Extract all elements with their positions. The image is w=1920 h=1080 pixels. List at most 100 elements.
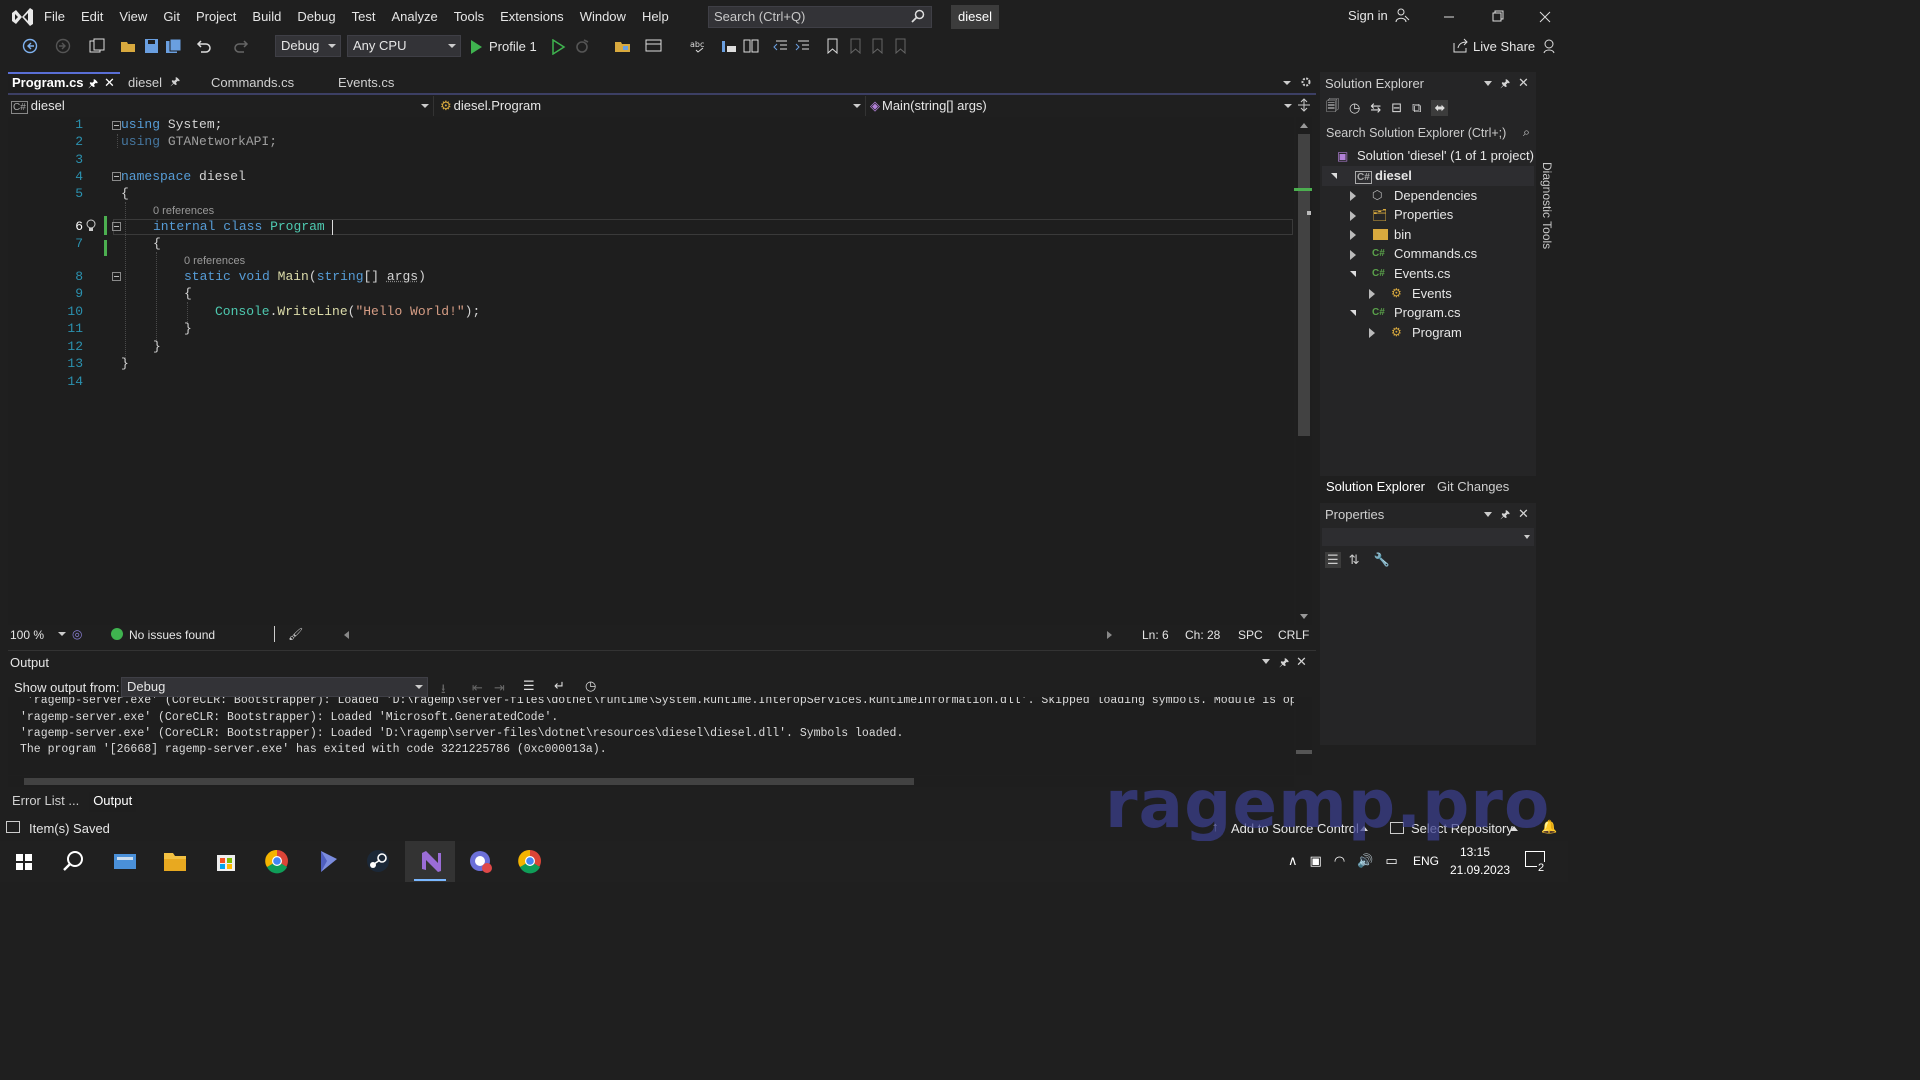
collapsed-icon[interactable]	[1350, 230, 1356, 240]
collapsed-icon[interactable]	[1350, 250, 1356, 260]
task-view-icon[interactable]	[100, 841, 148, 882]
tree-item-program-cs[interactable]: Program.cs	[1394, 303, 1460, 323]
collapse-icon[interactable]	[112, 121, 121, 130]
menu-build[interactable]: Build	[244, 0, 289, 33]
collapse-icon[interactable]	[112, 222, 121, 231]
code-editor[interactable]	[8, 117, 1294, 625]
expanded-icon[interactable]	[1331, 173, 1337, 179]
start-debugging-icon[interactable]	[468, 39, 486, 55]
references-codelens[interactable]: 0 references	[153, 205, 214, 217]
navigate-forward-icon[interactable]	[55, 38, 73, 54]
previous-bookmark-icon[interactable]	[847, 38, 865, 54]
collapsed-icon[interactable]	[1350, 211, 1356, 221]
hot-reload-icon[interactable]	[574, 38, 592, 54]
close-icon[interactable]: ✕	[104, 74, 115, 92]
show-all-files-icon[interactable]: ⧉	[1412, 100, 1421, 116]
copilot-icon[interactable]: ◎	[72, 627, 82, 641]
close-window-button[interactable]	[1522, 0, 1568, 33]
properties-toggle-icon[interactable]: ⬌	[1431, 100, 1449, 116]
menu-test[interactable]: Test	[344, 0, 384, 33]
tree-item-solution[interactable]: Solution 'diesel' (1 of 1 project)	[1357, 146, 1534, 166]
code-cleanup-icon[interactable]: 🖌	[288, 627, 303, 641]
chrome-icon[interactable]	[253, 841, 301, 882]
tray-app-icon[interactable]: ▣	[1310, 853, 1322, 869]
collapsed-icon[interactable]	[1369, 328, 1375, 338]
outdent-icon[interactable]	[772, 38, 790, 54]
tree-item-bin[interactable]: bin	[1394, 225, 1411, 245]
feedback-icon[interactable]	[1540, 38, 1558, 54]
menu-project[interactable]: Project	[188, 0, 244, 33]
tree-item-events-class[interactable]: Events	[1412, 284, 1452, 304]
volume-icon[interactable]: 🔊	[1357, 853, 1373, 869]
property-pages-icon[interactable]: 🔧	[1374, 552, 1390, 568]
tab-commands-cs[interactable]: Commands.cs	[207, 72, 325, 94]
clear-bookmarks-icon[interactable]	[892, 38, 910, 54]
close-icon[interactable]: ✕	[1296, 654, 1307, 670]
switch-views-icon[interactable]: 🗐	[1326, 97, 1339, 119]
vs-code-icon[interactable]	[304, 841, 352, 882]
tab-output[interactable]: Output	[89, 792, 137, 812]
scroll-up-icon[interactable]	[1299, 121, 1309, 129]
tree-item-commands-cs[interactable]: Commands.cs	[1394, 244, 1477, 264]
previous-message-icon[interactable]: ⇤	[472, 680, 483, 696]
start-without-debugging-icon[interactable]	[550, 39, 568, 55]
column-indicator[interactable]: Ch: 28	[1185, 628, 1220, 642]
collapse-icon[interactable]	[112, 172, 121, 181]
tree-item-program-class[interactable]: Program	[1412, 323, 1462, 343]
scrollbar-thumb[interactable]	[1298, 134, 1310, 436]
split-window-icon[interactable]	[1297, 98, 1311, 112]
expanded-icon[interactable]	[1350, 310, 1356, 316]
output-vertical-scrollbar[interactable]	[1296, 697, 1312, 775]
configuration-dropdown[interactable]: Debug	[275, 35, 341, 57]
close-icon[interactable]: ✕	[1518, 506, 1529, 522]
new-project-icon[interactable]	[88, 38, 106, 54]
solution-name-badge[interactable]: diesel	[951, 5, 999, 29]
properties-object-dropdown[interactable]	[1322, 528, 1534, 546]
live-share-icon[interactable]	[1452, 38, 1470, 54]
menu-edit[interactable]: Edit	[73, 0, 111, 33]
expanded-icon[interactable]	[1350, 271, 1356, 277]
tree-item-dependencies[interactable]: Dependencies	[1394, 186, 1477, 206]
step-icon[interactable]	[720, 38, 738, 54]
collapsed-icon[interactable]	[1350, 191, 1356, 201]
scrollbar-thumb[interactable]	[24, 778, 914, 785]
start-icon[interactable]	[0, 841, 48, 882]
tree-item-events-cs[interactable]: Events.cs	[1394, 264, 1450, 284]
redo-icon[interactable]	[232, 38, 250, 54]
spell-check-icon[interactable]: abc	[690, 38, 708, 54]
categorized-icon[interactable]: ☰	[1325, 552, 1341, 568]
close-icon[interactable]: ✕	[1518, 75, 1529, 91]
pin-icon[interactable]: 🖈	[88, 75, 98, 93]
steam-icon[interactable]	[354, 841, 402, 882]
clear-all-icon[interactable]: ☰	[523, 678, 535, 694]
line-indicator[interactable]: Ln: 6	[1142, 628, 1169, 642]
menu-tools[interactable]: Tools	[446, 0, 492, 33]
navigate-back-icon[interactable]	[22, 38, 40, 54]
tab-error-list[interactable]: Error List ...	[8, 792, 83, 812]
scroll-down-icon[interactable]	[1299, 613, 1309, 621]
visual-studio-logo[interactable]	[10, 6, 34, 28]
word-wrap-icon[interactable]: ↵	[554, 678, 565, 694]
pending-changes-filter-icon[interactable]: ◷	[1349, 100, 1360, 116]
layout-icon[interactable]	[645, 38, 663, 54]
pin-icon[interactable]: 🖈	[170, 72, 180, 93]
pin-icon[interactable]: 🖈	[1279, 654, 1289, 673]
type-dropdown[interactable]: ⚙ diesel.Program	[438, 96, 866, 116]
output-text-area[interactable]: 'ragemp-server.exe' (CoreCLR: Bootstrapp…	[8, 697, 1294, 775]
store-icon[interactable]	[202, 841, 250, 882]
collapse-all-icon[interactable]: ⊟	[1391, 100, 1402, 116]
search-icon[interactable]	[49, 841, 97, 882]
whitespace-indicator[interactable]: SPC	[1238, 628, 1263, 642]
wifi-icon[interactable]: ◠	[1334, 853, 1345, 869]
project-dropdown[interactable]: C# diesel	[8, 96, 434, 116]
diagnostic-tools-rail[interactable]	[1540, 72, 1560, 172]
menu-help[interactable]: Help	[634, 0, 677, 33]
scroll-left-icon[interactable]	[344, 631, 349, 639]
pin-icon[interactable]: 🖈	[1500, 75, 1510, 94]
tree-item-project[interactable]: diesel	[1375, 166, 1412, 186]
collapsed-icon[interactable]	[1369, 289, 1375, 299]
panel-menu-icon[interactable]	[1484, 512, 1492, 517]
collapse-icon[interactable]	[112, 272, 121, 281]
next-bookmark-icon[interactable]	[869, 38, 887, 54]
menu-view[interactable]: View	[111, 0, 155, 33]
